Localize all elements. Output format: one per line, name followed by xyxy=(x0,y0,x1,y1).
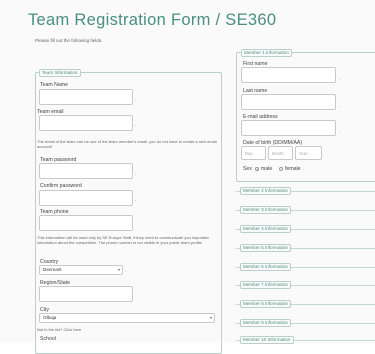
dob-month-placeholder: Month xyxy=(272,151,284,156)
dob-year-placeholder: Year xyxy=(299,151,308,156)
member6-legend[interactable]: Member 6 Information xyxy=(240,263,291,271)
confirm-password-label: Confirm password xyxy=(40,183,82,189)
member4-legend[interactable]: Member 4 Information xyxy=(240,225,291,233)
registration-page: Team Registration Form / SE360 Please fi… xyxy=(0,0,375,354)
city-value: Olbaja xyxy=(43,315,57,320)
country-select[interactable]: Denmark ▾ xyxy=(39,265,123,275)
team-phone-help: This information will be used only by SE… xyxy=(37,235,209,245)
member9-legend[interactable]: Member 9 Information xyxy=(240,319,291,327)
required-dot: . xyxy=(303,166,305,172)
member3-legend[interactable]: Member 3 Information xyxy=(240,206,291,214)
email-input[interactable] xyxy=(241,120,336,136)
member2-legend[interactable]: Member 2 Information xyxy=(240,187,291,195)
team-email-input[interactable] xyxy=(39,115,133,131)
male-radio[interactable] xyxy=(255,167,259,171)
required-dot: . xyxy=(125,268,127,274)
member7-legend[interactable]: Member 7 Information xyxy=(240,281,291,289)
page-title: Team Registration Form / SE360 xyxy=(28,11,277,29)
country-value: Denmark xyxy=(43,267,62,272)
last-name-input[interactable] xyxy=(241,94,336,110)
female-label: female xyxy=(285,166,301,172)
member5-section[interactable]: Member 5 Information xyxy=(236,244,375,252)
member3-section[interactable]: Member 3 Information xyxy=(236,206,375,214)
first-name-input[interactable] xyxy=(241,67,336,83)
team-password-input[interactable] xyxy=(39,163,133,179)
female-radio[interactable] xyxy=(279,167,283,171)
region-input[interactable] xyxy=(39,286,133,302)
member2-section[interactable]: Member 2 Information xyxy=(236,187,375,195)
chevron-down-icon: ▾ xyxy=(209,315,212,320)
required-dot: . xyxy=(135,97,137,103)
chevron-down-icon: ▾ xyxy=(117,267,120,272)
required-dot: . xyxy=(339,129,341,135)
member7-section[interactable]: Member 7 Information xyxy=(236,281,375,289)
team-name-input[interactable] xyxy=(39,89,133,105)
intro-text: Please fill out the following fields. xyxy=(35,38,103,43)
member8-section[interactable]: Member 8 Information xyxy=(236,300,375,308)
required-dot: . xyxy=(135,197,137,203)
team-email-help: The email of the team can be one of the … xyxy=(37,139,217,149)
sex-label: Sex xyxy=(243,166,252,172)
member1-legend: Member 1 Information xyxy=(241,49,292,57)
school-label: School xyxy=(40,336,56,342)
member9-section[interactable]: Member 9 Information xyxy=(236,319,375,327)
team-info-legend: Team Information xyxy=(39,69,81,77)
required-dot: . xyxy=(339,76,341,82)
member10-section[interactable]: Member 10 Information xyxy=(236,336,375,344)
confirm-password-input[interactable] xyxy=(39,190,133,206)
dob-day-placeholder: Day xyxy=(245,151,253,156)
city-select[interactable]: Olbaja ▾ xyxy=(39,313,215,323)
member8-legend[interactable]: Member 8 Information xyxy=(240,300,291,308)
required-dot: . xyxy=(339,103,341,109)
team-phone-input[interactable] xyxy=(39,215,133,231)
member5-legend[interactable]: Member 5 Information xyxy=(240,244,291,252)
required-dot: . xyxy=(135,171,137,177)
team-name-label: Team Name xyxy=(40,82,68,88)
member6-section[interactable]: Member 6 Information xyxy=(236,263,375,271)
member4-section[interactable]: Member 4 Information xyxy=(236,225,375,233)
male-label: male xyxy=(261,166,273,172)
not-in-list-link[interactable]: Not in the list? Click here xyxy=(37,327,81,332)
required-dot: . xyxy=(135,122,137,128)
